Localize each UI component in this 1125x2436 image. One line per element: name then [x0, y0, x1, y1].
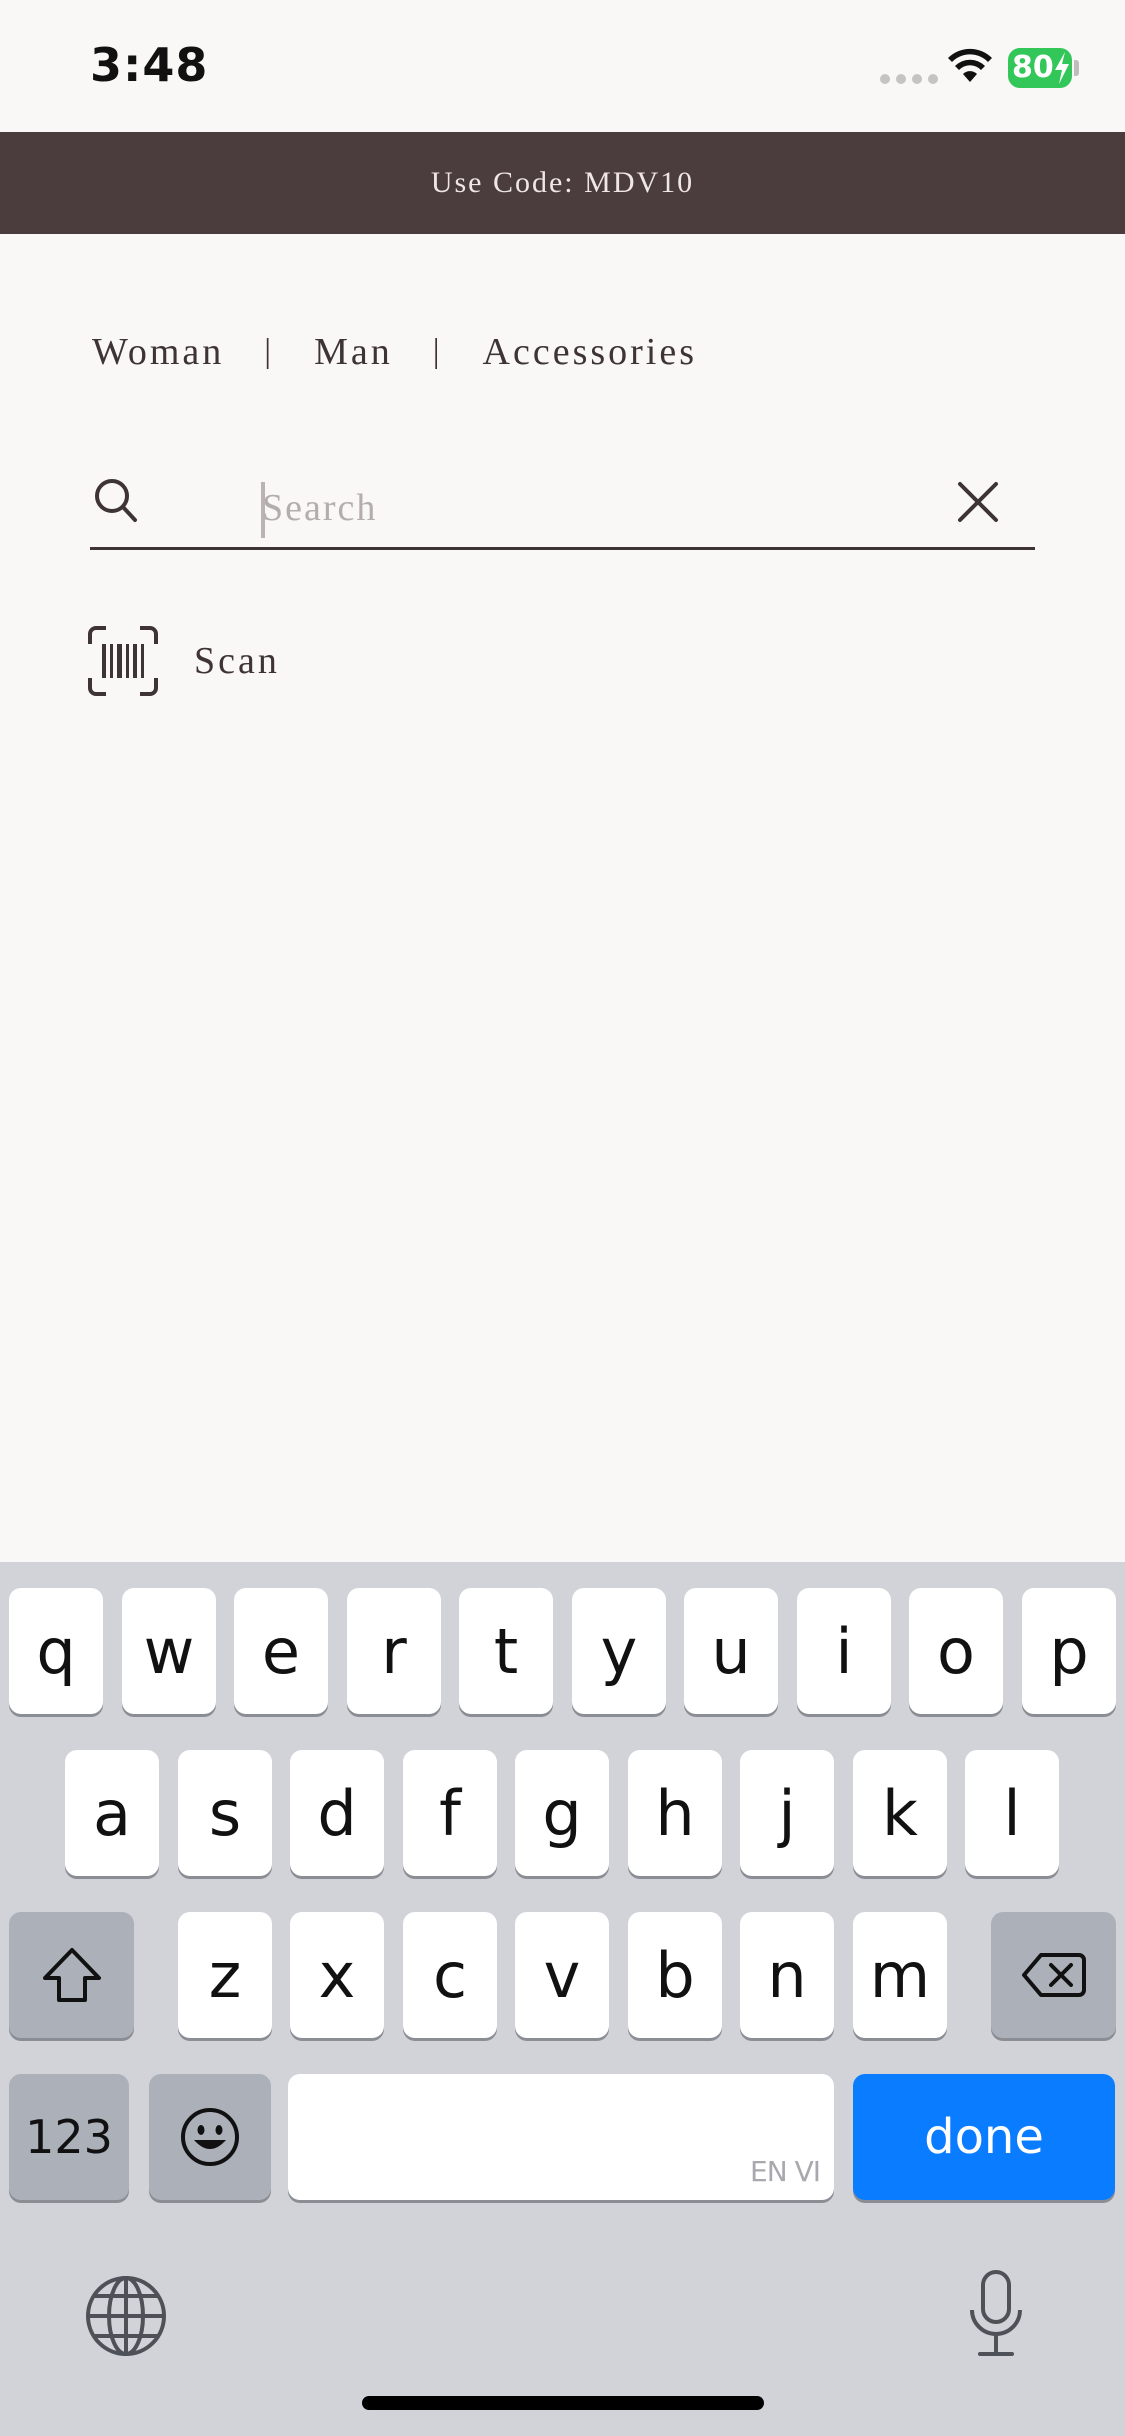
key-b[interactable]: b [628, 1912, 722, 2038]
key-g[interactable]: g [515, 1750, 609, 1876]
scan-button[interactable]: Scan [88, 626, 280, 696]
key-c[interactable]: c [403, 1912, 497, 2038]
key-w[interactable]: w [122, 1588, 216, 1714]
promo-text: Use Code: MDV10 [430, 166, 695, 199]
language-hint: EN VI [750, 2155, 821, 2188]
wifi-icon [948, 48, 992, 82]
key-x[interactable]: x [290, 1912, 384, 2038]
cellular-signal-icon [880, 74, 938, 84]
battery-cap [1074, 60, 1079, 76]
close-icon[interactable] [954, 478, 1002, 526]
category-separator: | [264, 333, 275, 370]
category-accessories[interactable]: Accessories [483, 330, 697, 374]
key-p[interactable]: p [1022, 1588, 1116, 1714]
key-v[interactable]: v [515, 1912, 609, 2038]
key-e[interactable]: e [234, 1588, 328, 1714]
promo-banner[interactable]: Use Code: MDV10 [0, 132, 1125, 234]
keyboard: q w e r t y u i o p a s d f g h j k l z … [0, 1562, 1125, 2436]
space-key[interactable]: EN VI [288, 2074, 834, 2200]
key-k[interactable]: k [853, 1750, 947, 1876]
key-i[interactable]: i [797, 1588, 891, 1714]
key-t[interactable]: t [459, 1588, 553, 1714]
key-u[interactable]: u [684, 1588, 778, 1714]
emoji-icon [181, 2108, 239, 2166]
key-d[interactable]: d [290, 1750, 384, 1876]
key-y[interactable]: y [572, 1588, 666, 1714]
charging-bolt-icon [1055, 52, 1069, 84]
key-j[interactable]: j [740, 1750, 834, 1876]
done-key[interactable]: done [853, 2074, 1115, 2200]
microphone-icon[interactable] [966, 2268, 1026, 2360]
search-icon [95, 479, 137, 522]
key-l[interactable]: l [965, 1750, 1059, 1876]
key-z[interactable]: z [178, 1912, 272, 2038]
key-s[interactable]: s [178, 1750, 272, 1876]
category-separator: | [432, 333, 443, 370]
category-nav: Woman | Man | Accessories [92, 330, 697, 374]
status-bar: 3:48 80 [0, 0, 1125, 132]
search-input[interactable] [262, 476, 1002, 540]
shift-icon [42, 1948, 101, 2002]
barcode-scan-icon [88, 626, 158, 696]
search-bar [90, 462, 1035, 550]
globe-icon[interactable] [84, 2274, 168, 2358]
emoji-key[interactable] [149, 2074, 271, 2200]
key-m[interactable]: m [853, 1912, 947, 2038]
text-cursor [261, 482, 265, 538]
key-n[interactable]: n [740, 1912, 834, 2038]
home-indicator[interactable] [362, 2396, 764, 2410]
numbers-key[interactable]: 123 [9, 2074, 129, 2200]
key-r[interactable]: r [347, 1588, 441, 1714]
backspace-icon [1021, 1953, 1086, 1997]
backspace-key[interactable] [991, 1912, 1116, 2038]
scan-label: Scan [194, 640, 280, 682]
key-a[interactable]: a [65, 1750, 159, 1876]
category-man[interactable]: Man [314, 330, 393, 374]
shift-key[interactable] [9, 1912, 134, 2038]
key-h[interactable]: h [628, 1750, 722, 1876]
key-f[interactable]: f [403, 1750, 497, 1876]
key-q[interactable]: q [9, 1588, 103, 1714]
key-o[interactable]: o [909, 1588, 1003, 1714]
status-time: 3:48 [90, 38, 209, 92]
category-woman[interactable]: Woman [92, 330, 224, 374]
